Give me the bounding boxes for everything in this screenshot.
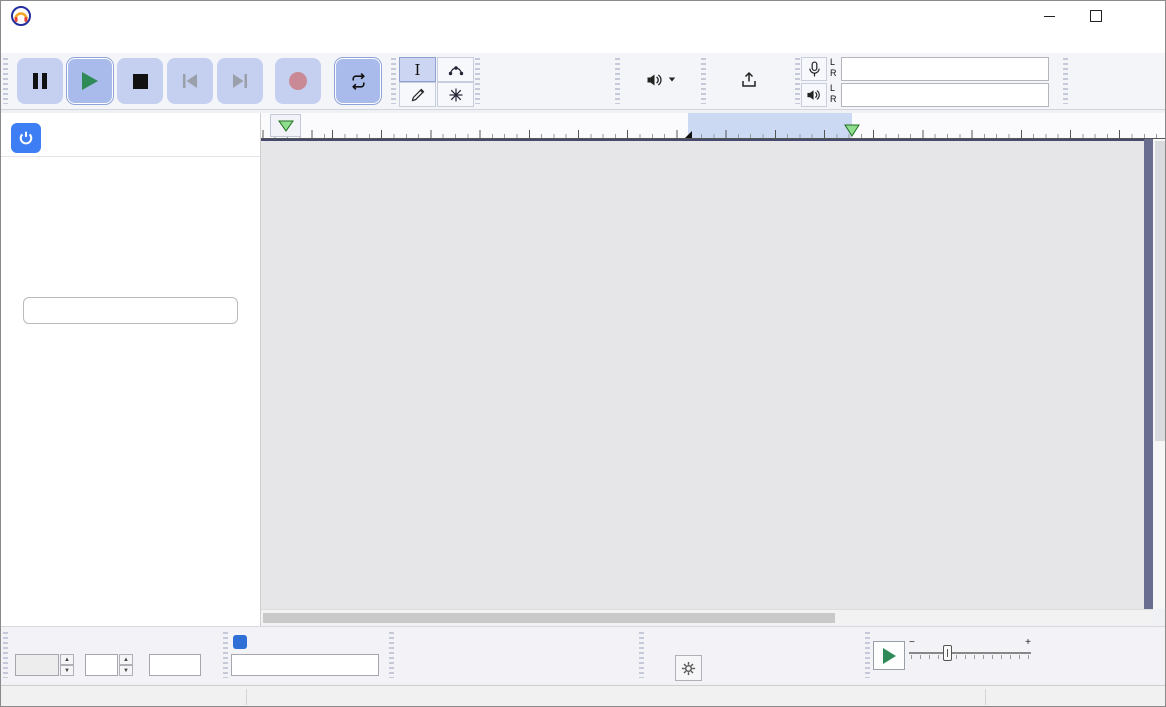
record-button[interactable]	[275, 58, 321, 104]
microphone-icon	[808, 61, 821, 78]
slider-minus-label: −	[909, 637, 915, 648]
close-button[interactable]	[1120, 1, 1166, 31]
slider-plus-label: +	[1025, 637, 1031, 648]
chevron-down-icon	[669, 78, 675, 82]
play-at-speed-grabber[interactable]	[865, 632, 870, 678]
horizontal-scrollbar[interactable]	[261, 609, 1153, 625]
time-toolbar-grabber[interactable]	[3, 632, 8, 678]
selection-edge-marker	[685, 131, 692, 138]
status-bar	[1, 685, 1165, 707]
title-bar	[1, 1, 1165, 31]
share-audio-button[interactable]	[707, 57, 791, 105]
multi-tool-icon	[448, 87, 464, 103]
loop-button[interactable]	[335, 58, 381, 104]
play-button[interactable]	[67, 58, 113, 104]
timeline-ruler[interactable]	[261, 113, 1166, 139]
share-audio-icon	[740, 71, 758, 89]
vertical-scrollbar[interactable]	[1153, 139, 1166, 609]
snap-toolbar-grabber[interactable]	[223, 632, 228, 678]
stop-icon	[133, 74, 148, 89]
transport-toolbar-grabber[interactable]	[3, 58, 8, 104]
record-meter-channels: LR	[830, 57, 837, 79]
maximize-button[interactable]	[1073, 1, 1119, 31]
audacity-logo-icon	[11, 6, 31, 26]
track-area[interactable]	[261, 139, 1144, 611]
play-at-speed-icon	[883, 648, 896, 664]
draw-tool-button[interactable]	[399, 82, 436, 107]
audio-setup-grabber[interactable]	[615, 58, 620, 104]
ruler-major-ticks	[261, 130, 1166, 138]
share-audio-grabber[interactable]	[701, 58, 706, 104]
meter-end-grabber[interactable]	[1063, 58, 1068, 104]
effects-panel-close-button[interactable]	[229, 121, 253, 145]
pause-button[interactable]	[17, 58, 63, 104]
edit-toolbar-grabber[interactable]	[475, 58, 480, 104]
stop-button[interactable]	[117, 58, 163, 104]
snap-checkbox[interactable]	[233, 635, 247, 649]
minimize-button[interactable]	[1026, 1, 1072, 31]
effects-master-power-button[interactable]	[11, 123, 41, 153]
maximize-icon	[1090, 10, 1102, 22]
record-icon	[289, 72, 307, 90]
skip-to-start-icon	[181, 73, 199, 89]
playback-meter-channels: LR	[830, 83, 837, 105]
envelope-tool-icon	[448, 62, 464, 78]
minimize-icon	[1044, 16, 1055, 17]
tempo-spinner[interactable]: ▲▼	[60, 654, 74, 676]
envelope-tool-button[interactable]	[437, 57, 474, 82]
toolbar: I LR LR	[1, 53, 1165, 110]
horizontal-scrollbar-thumb[interactable]	[263, 613, 835, 623]
multi-tool-button[interactable]	[437, 82, 474, 107]
audio-setup-button[interactable]	[621, 57, 701, 105]
time-signature-lower-select[interactable]	[149, 654, 201, 676]
record-meter[interactable]	[841, 57, 1049, 81]
pencil-icon	[410, 87, 426, 103]
selection-tool-button[interactable]: I	[399, 57, 436, 82]
record-meter-button[interactable]	[801, 57, 827, 81]
bottom-toolbar: ▲▼ ▲▼ −+	[1, 626, 1165, 683]
skip-to-end-button[interactable]	[217, 58, 263, 104]
snap-select[interactable]	[231, 654, 379, 676]
time-display-grabber[interactable]	[389, 632, 394, 678]
time-signature-upper-input[interactable]	[85, 654, 118, 676]
play-at-speed-button[interactable]	[873, 641, 905, 670]
play-speed-slider-handle[interactable]	[943, 645, 952, 661]
selection-tool-icon: I	[415, 61, 421, 79]
loop-icon	[349, 72, 368, 91]
play-icon	[82, 72, 98, 90]
realtime-effects-panel	[1, 113, 261, 626]
gear-icon	[681, 661, 696, 676]
track-area-right-gutter	[1144, 139, 1153, 609]
skip-to-start-button[interactable]	[167, 58, 213, 104]
power-icon	[18, 130, 34, 146]
vertical-scrollbar-thumb[interactable]	[1155, 141, 1165, 441]
pinned-play-head-button[interactable]	[270, 114, 301, 137]
speaker-icon	[806, 88, 822, 102]
add-effect-button[interactable]	[23, 297, 238, 324]
audacity-window: I LR LR	[0, 0, 1166, 707]
speaker-icon	[646, 72, 664, 88]
playback-meter[interactable]	[841, 83, 1049, 107]
pause-icon	[33, 73, 47, 89]
selection-options-button[interactable]	[675, 655, 702, 681]
tempo-input[interactable]	[15, 654, 59, 676]
menu-bar	[1, 31, 1165, 53]
meter-toolbar-grabber[interactable]	[795, 58, 800, 104]
selection-toolbar-grabber[interactable]	[639, 632, 644, 678]
skip-to-end-icon	[231, 73, 249, 89]
playhead-triangle-icon[interactable]	[844, 124, 860, 137]
time-signature-spinner[interactable]: ▲▼	[119, 654, 133, 676]
play-speed-slider[interactable]: −+	[907, 637, 1033, 661]
playback-meter-button[interactable]	[801, 83, 827, 107]
play-head-pin-icon	[278, 120, 294, 132]
tools-toolbar-grabber[interactable]	[391, 58, 396, 104]
